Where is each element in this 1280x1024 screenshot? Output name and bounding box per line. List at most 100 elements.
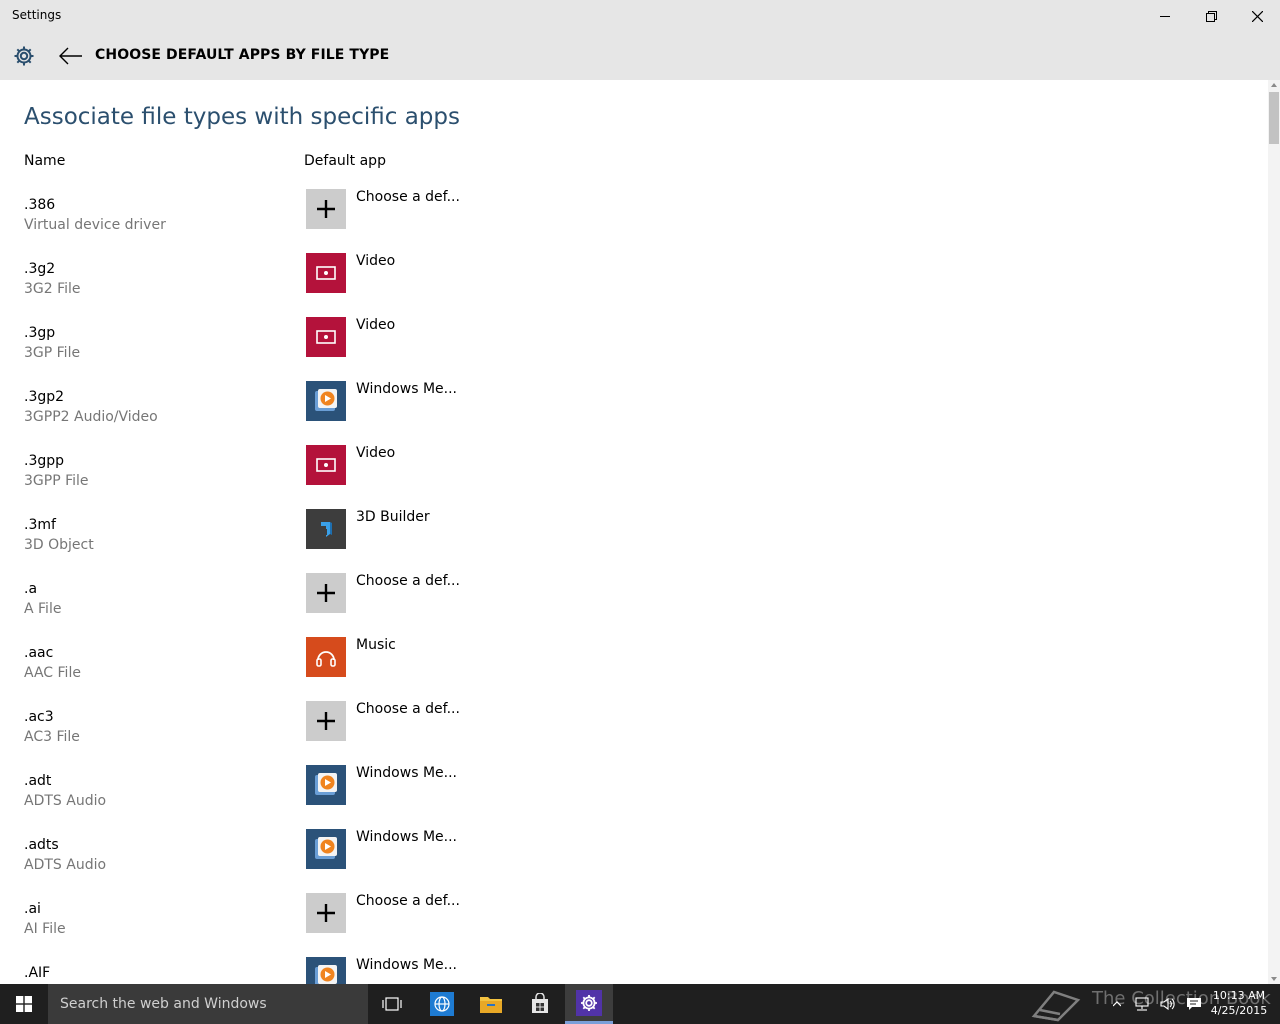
start-button[interactable]	[0, 984, 48, 1024]
taskbar-file-explorer-button[interactable]	[467, 984, 515, 1024]
taskbar-store-button[interactable]	[516, 984, 564, 1024]
window-title: Settings	[12, 8, 62, 22]
file-type-row: .adts ADTS Audio Windows Me...	[0, 829, 1260, 901]
default-app-name: Choose a def...	[356, 189, 460, 205]
arrow-left-icon	[59, 47, 82, 65]
minimize-button[interactable]	[1142, 0, 1188, 32]
default-app-button[interactable]: Video	[304, 251, 564, 295]
default-app-name: Video	[356, 317, 396, 333]
minimize-icon	[1160, 16, 1170, 17]
title-bar: Settings	[0, 0, 1280, 32]
default-app-button[interactable]: Windows Me...	[304, 379, 564, 423]
close-button[interactable]	[1234, 0, 1280, 32]
windows-logo-icon	[16, 996, 32, 1012]
default-app-name: Choose a def...	[356, 701, 460, 717]
clock[interactable]: 10:13 AM 4/25/2015	[1206, 988, 1272, 1018]
video-icon	[306, 253, 346, 293]
file-type-row: .AIFAIFF Format SoundWindows Me...	[0, 957, 1260, 984]
clock-date: 4/25/2015	[1210, 1004, 1268, 1017]
scrollbar-thumb[interactable]	[1269, 92, 1279, 144]
default-app-name: Windows Me...	[356, 829, 457, 845]
file-type-row: .386 Virtual device driver Choose a def...	[0, 189, 1260, 261]
plus-icon	[306, 701, 346, 741]
plus-icon	[306, 893, 346, 933]
scroll-down-arrow-icon[interactable]	[1271, 977, 1277, 981]
taskbar-settings-button[interactable]	[565, 984, 613, 1024]
file-type-row: .a A File Choose a def...	[0, 573, 1260, 645]
file-extension: .386	[24, 197, 56, 213]
default-app-button[interactable]: 3D Builder	[304, 507, 564, 551]
back-button[interactable]	[58, 44, 84, 68]
default-app-button[interactable]: Choose a def...	[304, 571, 564, 615]
3d-builder-icon	[306, 509, 346, 549]
task-view-icon	[382, 997, 402, 1011]
default-app-button[interactable]: Video	[304, 443, 564, 487]
plus-icon	[306, 189, 346, 229]
file-type-description: Virtual device driver	[24, 217, 166, 233]
volume-tray-button[interactable]	[1156, 984, 1180, 1024]
close-icon	[1251, 10, 1263, 22]
search-input[interactable]	[48, 984, 368, 1024]
headphones-icon	[306, 637, 346, 677]
file-type-description: 3GPP2 Audio/Video	[24, 409, 158, 425]
globe-icon	[430, 992, 454, 1016]
plus-icon	[306, 573, 346, 613]
file-type-description: A File	[24, 601, 62, 617]
video-icon	[306, 317, 346, 357]
search-box[interactable]	[48, 984, 368, 1024]
file-extension: .adt	[24, 773, 52, 789]
speaker-icon	[1160, 997, 1175, 1011]
chevron-up-icon	[1113, 1001, 1121, 1007]
default-app-name: Video	[356, 253, 396, 269]
restore-button[interactable]	[1188, 0, 1234, 32]
section-heading: Associate file types with specific apps	[24, 104, 460, 130]
file-extension: .3gp2	[24, 389, 65, 405]
default-app-name: Music	[356, 637, 396, 653]
file-type-description: AAC File	[24, 665, 81, 681]
taskbar-browser-button[interactable]	[418, 984, 466, 1024]
default-app-button[interactable]: Windows Me...	[304, 827, 564, 871]
action-center-button[interactable]	[1182, 984, 1206, 1024]
show-hidden-icons-button[interactable]	[1108, 984, 1126, 1024]
settings-home-button[interactable]	[12, 44, 36, 68]
file-extension: .ac3	[24, 709, 54, 725]
file-extension: .3gp	[24, 325, 56, 341]
restore-icon	[1205, 10, 1217, 22]
default-app-button[interactable]: Video	[304, 315, 564, 359]
vertical-scrollbar[interactable]	[1268, 80, 1280, 984]
file-extension: .3mf	[24, 517, 56, 533]
taskbar: The Collection Book 10:13 AM 4/25/2015	[0, 984, 1280, 1024]
file-extension: .AIF	[24, 965, 51, 981]
file-extension: .aac	[24, 645, 54, 661]
task-view-button[interactable]	[368, 984, 416, 1024]
content-area: Associate file types with specific apps …	[0, 80, 1268, 984]
scroll-up-arrow-icon[interactable]	[1271, 83, 1277, 87]
windows-media-player-icon	[306, 829, 346, 869]
file-type-description: 3GP File	[24, 345, 81, 361]
default-app-button[interactable]: Choose a def...	[304, 699, 564, 743]
default-app-button[interactable]: Choose a def...	[304, 187, 564, 231]
network-tray-button[interactable]	[1130, 984, 1154, 1024]
file-type-description: 3GPP File	[24, 473, 89, 489]
file-extension: .adts	[24, 837, 59, 853]
file-type-row: .3gpp 3GPP File Video	[0, 445, 1260, 517]
default-app-button[interactable]: Choose a def...	[304, 891, 564, 935]
default-app-name: Windows Me...	[356, 957, 457, 973]
file-extension: .a	[24, 581, 38, 597]
store-bag-icon	[532, 993, 548, 1013]
clock-time: 10:13 AM	[1212, 989, 1266, 1002]
file-type-row: .3mf 3D Object 3D Builder	[0, 509, 1260, 581]
windows-media-player-icon	[306, 765, 346, 805]
file-type-description: 3G2 File	[24, 281, 81, 297]
file-extension: .3gpp	[24, 453, 65, 469]
default-app-button[interactable]: Windows Me...	[304, 763, 564, 807]
default-app-button[interactable]: Music	[304, 635, 564, 679]
file-type-description: AI File	[24, 921, 66, 937]
file-type-description: AC3 File	[24, 729, 80, 745]
default-app-button[interactable]: Windows Me...	[304, 955, 564, 984]
file-type-row: .3gp 3GP File Video	[0, 317, 1260, 389]
file-type-row: .3gp2 3GPP2 Audio/Video Windows Me...	[0, 381, 1260, 453]
file-extension: .3g2	[24, 261, 56, 277]
file-type-row: .3g2 3G2 File Video	[0, 253, 1260, 325]
file-type-row: .aac AAC File Music	[0, 637, 1260, 709]
